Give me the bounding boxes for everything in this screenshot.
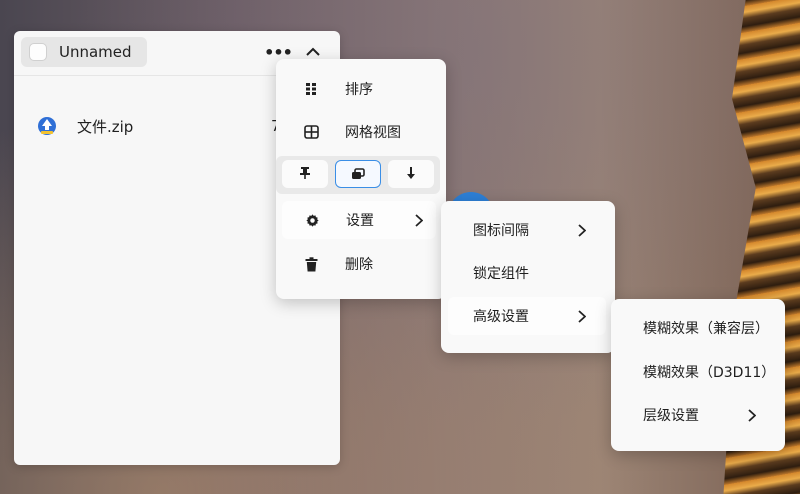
menu-item-blur-d3d11[interactable]: 模糊效果（D3D11）: [611, 357, 785, 387]
menu-item-label: 模糊效果（D3D11）: [643, 365, 776, 381]
pin-bottom-button[interactable]: [388, 160, 434, 188]
menu-item-label: 网格视图: [345, 125, 401, 141]
gear-icon: [304, 212, 320, 228]
context-menu: 排序 网格视图 设置 删除: [276, 59, 446, 299]
chevron-right-icon: [577, 223, 587, 237]
menu-item-delete[interactable]: 删除: [276, 248, 446, 280]
chevron-right-icon: [747, 408, 757, 422]
widget-title: Unnamed: [59, 43, 132, 61]
pin-bottom-icon: [405, 165, 417, 184]
menu-item-blur-compat[interactable]: 模糊效果（兼容层）: [611, 313, 785, 343]
pin-mode-group: [276, 156, 440, 194]
pin-normal-button[interactable]: [335, 160, 381, 188]
menu-item-label: 排序: [345, 82, 373, 98]
menu-item-label: 删除: [345, 257, 373, 273]
archive-file-icon: [36, 115, 58, 137]
pin-top-icon: [299, 165, 311, 184]
settings-submenu: 图标间隔 锁定组件 高级设置: [441, 201, 615, 353]
pin-top-button[interactable]: [282, 160, 328, 188]
menu-item-label: 高级设置: [473, 309, 529, 325]
menu-item-label: 锁定组件: [473, 266, 529, 282]
advanced-submenu: 模糊效果（兼容层） 模糊效果（D3D11） 层级设置: [611, 299, 785, 451]
drag-grid-icon: [303, 81, 319, 97]
menu-item-sort[interactable]: 排序: [276, 73, 446, 105]
menu-item-grid-view[interactable]: 网格视图: [276, 116, 446, 148]
menu-item-icon-spacing[interactable]: 图标间隔: [441, 215, 615, 245]
menu-item-label: 图标间隔: [473, 223, 529, 239]
select-checkbox[interactable]: [29, 43, 47, 61]
menu-item-lock-widget[interactable]: 锁定组件: [441, 258, 615, 288]
chevron-right-icon: [577, 309, 587, 323]
menu-item-advanced-settings[interactable]: 高级设置: [448, 297, 606, 335]
pin-normal-icon: [351, 165, 365, 184]
menu-item-layer-settings[interactable]: 层级设置: [611, 400, 785, 430]
trash-icon: [303, 256, 319, 272]
menu-item-label: 层级设置: [643, 408, 699, 424]
menu-item-label: 设置: [346, 213, 374, 229]
chevron-right-icon: [414, 213, 424, 227]
file-name: 文件.zip: [77, 117, 134, 136]
menu-item-settings[interactable]: 设置: [282, 201, 436, 239]
grid-view-icon: [303, 124, 319, 140]
menu-item-label: 模糊效果（兼容层）: [643, 321, 769, 337]
widget-title-field[interactable]: Unnamed: [21, 37, 147, 67]
